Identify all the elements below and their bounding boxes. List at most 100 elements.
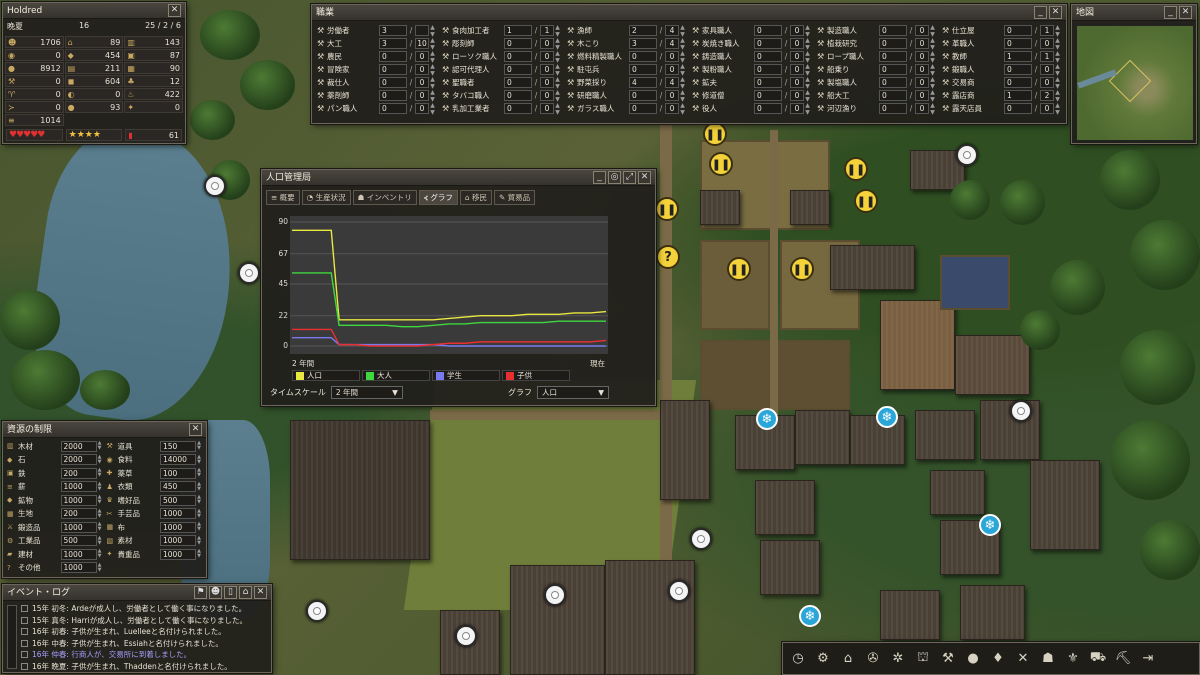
event-log-line[interactable]: 16年 中春: 子供が生まれ、Essiahと名付けられました。 [21,638,267,650]
cold-status-icon[interactable]: ❄ [979,514,1001,536]
legend-item[interactable]: 大人 [362,370,430,381]
stepper-icon[interactable]: ▲▼ [804,37,811,51]
profession-count-input[interactable]: 0 [1004,64,1032,75]
wagon-icon[interactable]: ⛟ [1087,648,1109,670]
stepper-icon[interactable]: ▲▼ [679,76,686,90]
stepper-icon[interactable]: ▲▼ [196,441,202,451]
resource-limit-input[interactable]: 1000 [160,535,196,547]
close-icon[interactable]: ✕ [638,171,651,184]
profession-count-input[interactable]: 0 [879,103,907,114]
stepper-icon[interactable]: ▲▼ [929,24,936,38]
tab-4[interactable]: ⌂ 移民 [459,190,492,205]
resource-limit-input[interactable]: 1000 [160,508,196,520]
close-icon[interactable]: ✕ [1049,6,1062,19]
stepper-icon[interactable]: ▲▼ [679,89,686,103]
stepper-icon[interactable]: ▲▼ [429,37,436,51]
tab-2[interactable]: ☗ インベントリ [352,190,417,205]
stepper-icon[interactable]: ▲▼ [97,522,103,532]
resource-limit-input[interactable]: 200 [60,467,97,479]
resource-limit-input[interactable]: 150 [160,440,196,452]
resource-limit-input[interactable]: 500 [160,494,196,506]
pause-status-icon[interactable]: ❚❚ [727,257,751,281]
pause-status-icon[interactable]: ❚❚ [703,122,727,146]
profession-count-input[interactable]: 0 [504,103,532,114]
legend-item[interactable]: 子供 [502,370,570,381]
location-marker[interactable] [204,175,226,197]
question-status-icon[interactable]: ? [656,245,680,269]
stepper-icon[interactable]: ▲▼ [196,549,202,559]
resource-limit-input[interactable]: 14000 [160,454,196,466]
stepper-icon[interactable]: ▲▼ [1054,76,1061,90]
profession-count-input[interactable]: 0 [879,51,907,62]
minimize-icon[interactable]: _ [1034,6,1047,19]
profession-count-input[interactable]: 0 [504,51,532,62]
legend-item[interactable]: 人口 [292,370,360,381]
stepper-icon[interactable]: ▲▼ [1054,24,1061,38]
close-icon[interactable]: ✕ [254,586,267,599]
house[interactable] [830,245,915,290]
clock-icon[interactable]: ◷ [787,648,809,670]
profession-count-input[interactable]: 0 [379,90,407,101]
tab-5[interactable]: ✎ 貿易品 [494,190,536,205]
stepper-icon[interactable]: ▲▼ [554,102,561,116]
tab-3[interactable]: ⦓ グラフ [418,190,458,205]
checkbox[interactable] [21,605,28,612]
stepper-icon[interactable]: ▲▼ [429,102,436,116]
location-marker[interactable] [455,625,477,647]
house[interactable] [755,480,815,535]
house[interactable] [955,335,1030,395]
stepper-icon[interactable]: ▲▼ [429,76,436,90]
stepper-icon[interactable]: ▲▼ [929,63,936,77]
profession-count-input[interactable]: 0 [629,103,657,114]
profession-count-input[interactable]: 0 [379,77,407,88]
exit-icon[interactable]: ⇥ [1137,648,1159,670]
checkbox[interactable] [21,639,28,647]
profession-count-input[interactable]: 0 [1004,103,1032,114]
profession-count-input[interactable]: 0 [504,90,532,101]
resize-icon[interactable]: ⤢ [623,171,636,184]
profession-count-input[interactable]: 0 [754,25,782,36]
checkbox[interactable] [21,628,28,635]
profession-count-input[interactable]: 0 [379,103,407,114]
stepper-icon[interactable]: ▲▼ [196,495,202,505]
profession-count-input[interactable]: 0 [754,90,782,101]
stepper-icon[interactable]: ▲▼ [679,102,686,116]
house[interactable] [930,470,985,515]
close-icon[interactable]: ✕ [189,423,202,436]
stepper-icon[interactable]: ▲▼ [554,76,561,90]
checkbox[interactable] [21,616,28,624]
house[interactable] [915,410,975,460]
cross-tools-icon[interactable]: ✕ [1012,648,1034,670]
stepper-icon[interactable]: ▲▼ [196,522,202,532]
resource-limit-input[interactable]: 1000 [60,494,97,506]
event-log-line[interactable]: 16年 仲春: 行商人が、交易所に到着しました。 [21,649,267,661]
stepper-icon[interactable]: ▲▼ [679,63,686,77]
stepper-icon[interactable]: ▲▼ [97,549,103,559]
profession-count-input[interactable]: 0 [879,25,907,36]
stepper-icon[interactable]: ▲▼ [929,37,936,51]
house[interactable] [880,300,955,390]
stepper-icon[interactable]: ▲▼ [804,50,811,64]
profession-count-input[interactable]: 0 [879,64,907,75]
profession-count-input[interactable]: 0 [879,38,907,49]
wheel-icon[interactable]: ✇ [862,648,884,670]
house[interactable] [290,420,430,560]
profession-count-input[interactable]: 3 [629,38,657,49]
stepper-icon[interactable]: ▲▼ [196,481,202,492]
event-log-line[interactable]: 15年 真冬: Harriが成人し、労働者として働く事になりました。 [21,615,267,627]
close-icon[interactable]: ✕ [1179,6,1192,19]
event-log-line[interactable]: 16年 初春: 子供が生まれ、Luelleeと名付けられました。 [21,626,267,638]
stepper-icon[interactable]: ▲▼ [429,63,436,77]
stepper-icon[interactable]: ▲▼ [679,50,686,64]
house[interactable] [790,190,830,225]
stepper-icon[interactable]: ▲▼ [929,89,936,103]
cold-status-icon[interactable]: ❄ [756,408,778,430]
stepper-icon[interactable]: ▲▼ [554,50,561,64]
house[interactable] [880,590,940,640]
profession-count-input[interactable]: 0 [754,77,782,88]
event-log-line[interactable]: 15年 初冬: Ardeが成人し、労働者として働く事になりました。 [21,603,267,615]
profession-count-input[interactable]: 0 [1004,38,1032,49]
event-log-line[interactable]: 16年 晩夏: 子供が生まれ、Thaddenと名付けられました。 [21,661,267,673]
resource-limit-input[interactable]: 1000 [60,521,97,533]
fleur-icon[interactable]: ⚜ [1062,648,1084,670]
